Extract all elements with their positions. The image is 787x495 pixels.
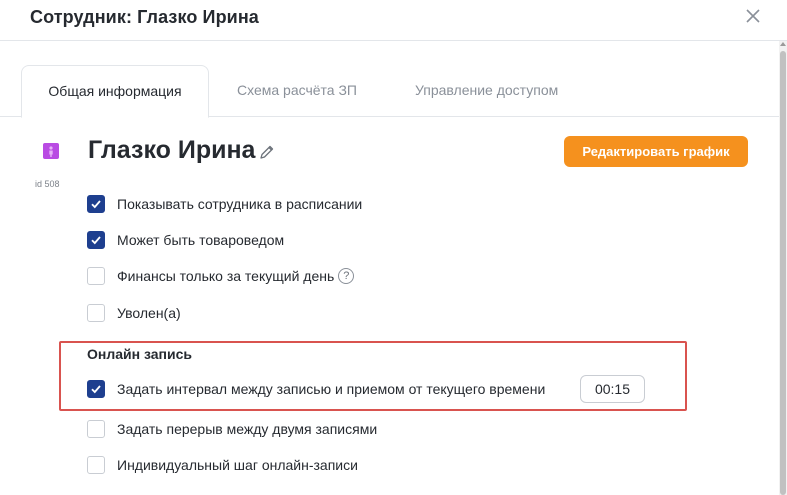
edit-schedule-button[interactable]: Редактировать график — [564, 136, 748, 167]
section-title-online-booking: Онлайн запись — [87, 346, 192, 362]
option-show-in-schedule[interactable]: Показывать сотрудника в расписании — [87, 194, 362, 214]
tab-bar: Общая информация Схема расчёта ЗП Управл… — [0, 65, 779, 118]
checkbox-checked[interactable] — [87, 195, 105, 213]
person-icon — [49, 146, 53, 157]
option-finance-current-day[interactable]: Финансы только за текущий день ? — [87, 266, 355, 286]
checkbox-unchecked[interactable] — [87, 267, 105, 285]
option-booking-break[interactable]: Задать перерыв между двумя записями — [87, 419, 377, 439]
close-icon[interactable] — [739, 2, 767, 30]
scrollbar[interactable] — [779, 41, 787, 495]
tab-salary-scheme[interactable]: Схема расчёта ЗП — [237, 65, 357, 117]
option-label: Задать перерыв между двумя записями — [117, 421, 378, 437]
option-label: Показывать сотрудника в расписании — [117, 196, 363, 212]
option-dismissed[interactable]: Уволен(а) — [87, 303, 181, 323]
interval-time-input[interactable]: 00:15 — [580, 375, 645, 403]
checkmark-icon — [91, 385, 101, 394]
option-label: Уволен(а) — [117, 305, 181, 321]
avatar — [43, 143, 59, 159]
tab-general-info[interactable]: Общая информация — [21, 65, 209, 118]
option-booking-interval[interactable]: Задать интервал между записью и приемом … — [87, 379, 545, 399]
checkmark-icon — [91, 200, 101, 209]
option-label: Может быть товароведом — [117, 232, 285, 248]
option-label: Задать интервал между записью и приемом … — [117, 381, 546, 397]
option-individual-step[interactable]: Индивидуальный шаг онлайн-записи — [87, 455, 358, 475]
scrollbar-thumb[interactable] — [780, 51, 786, 495]
checkmark-icon — [91, 236, 101, 245]
dialog-title: Сотрудник: Глазко Ирина — [30, 7, 259, 27]
dialog-header: Сотрудник: Глазко Ирина — [0, 0, 787, 41]
tab-access-control[interactable]: Управление доступом — [415, 65, 558, 117]
help-icon[interactable]: ? — [338, 268, 355, 284]
option-can-be-merchandiser[interactable]: Может быть товароведом — [87, 230, 284, 250]
checkbox-unchecked[interactable] — [87, 456, 105, 474]
option-label: Финансы только за текущий день — [117, 268, 335, 284]
checkbox-unchecked[interactable] — [87, 420, 105, 438]
scroll-up-arrow-icon[interactable] — [780, 42, 786, 46]
checkbox-checked[interactable] — [87, 231, 105, 249]
pencil-icon[interactable] — [258, 143, 276, 161]
employee-name: Глазко Ирина — [88, 136, 256, 164]
checkbox-unchecked[interactable] — [87, 304, 105, 322]
employee-id: id 508 — [35, 179, 60, 189]
checkbox-checked[interactable] — [87, 380, 105, 398]
option-label: Индивидуальный шаг онлайн-записи — [117, 457, 358, 473]
